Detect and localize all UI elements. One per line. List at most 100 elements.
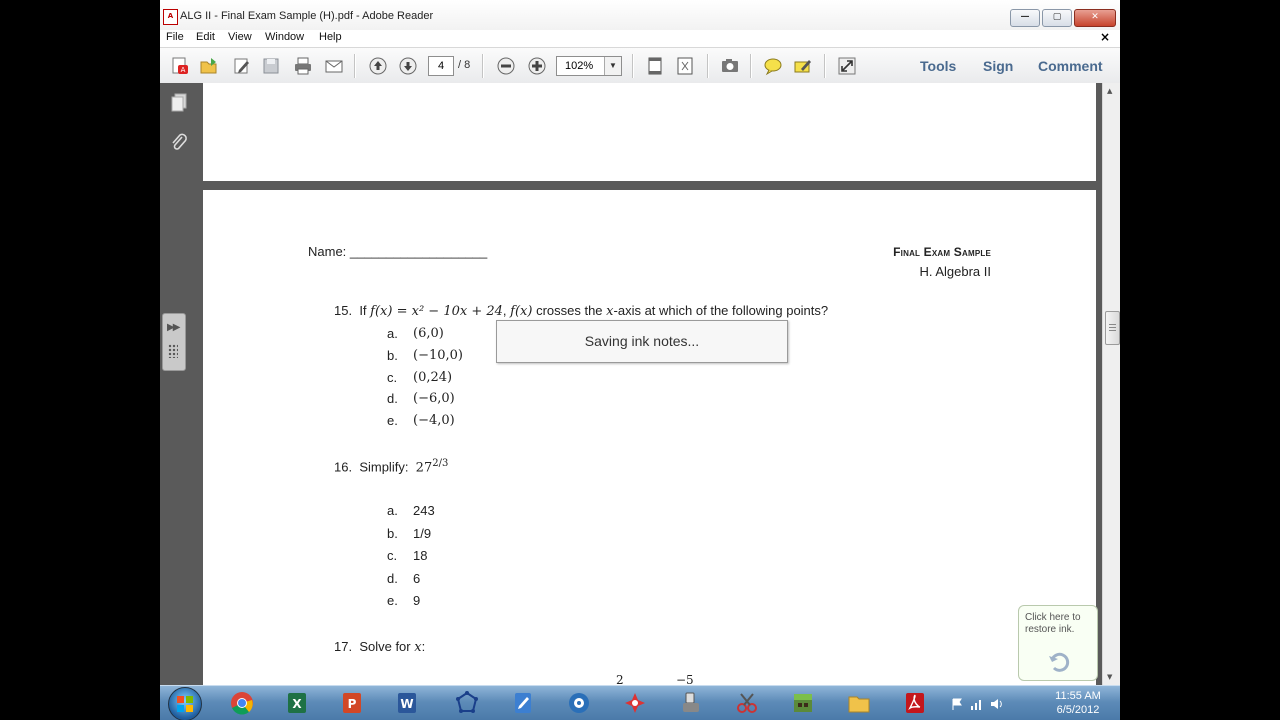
screen: A ALG II - Final Exam Sample (H).pdf - A… xyxy=(160,0,1120,720)
attachments-icon[interactable] xyxy=(168,131,190,153)
vertical-scrollbar[interactable]: ▲ ▼ xyxy=(1102,83,1120,685)
scroll-up-icon[interactable]: ▲ xyxy=(1107,87,1112,95)
chrome-icon[interactable] xyxy=(218,688,266,718)
restore-ink-message: Click here to restore ink. xyxy=(1025,612,1081,635)
zoom-select[interactable]: 102% ▼ xyxy=(556,56,622,76)
exam-title: Final Exam Sample xyxy=(893,245,991,259)
notepad-icon[interactable] xyxy=(499,688,547,718)
pages-icon[interactable] xyxy=(168,91,190,113)
zoom-value: 102% xyxy=(565,60,594,72)
start-button[interactable] xyxy=(168,687,202,720)
answer-value: (−10,0) xyxy=(413,348,463,363)
email-icon[interactable] xyxy=(323,55,345,77)
minecraft-icon[interactable] xyxy=(779,688,827,718)
save-icon[interactable] xyxy=(260,55,282,77)
snip-icon[interactable] xyxy=(611,688,659,718)
answer-value: 9 xyxy=(413,593,421,608)
saving-ink-toast: Saving ink notes... xyxy=(496,320,788,363)
print-icon[interactable] xyxy=(292,55,314,77)
powerpoint-icon[interactable]: P xyxy=(328,688,376,718)
document-viewport[interactable]: Name: ___________________ Final Exam Sam… xyxy=(200,83,1102,685)
comment-link[interactable]: Comment xyxy=(1038,58,1103,74)
question-number: 17. xyxy=(334,639,353,654)
chevron-down-icon[interactable]: ▼ xyxy=(604,57,621,75)
question-text-end: -axis at which of the following points? xyxy=(613,303,829,318)
previous-page-icon[interactable] xyxy=(367,55,389,77)
equation-partial: −5 xyxy=(676,673,694,685)
zoom-out-icon[interactable] xyxy=(495,55,517,77)
option-letter: b. xyxy=(387,526,398,541)
restore-ink-button[interactable]: Click here to restore ink. xyxy=(1018,605,1098,681)
close-document-icon[interactable]: × xyxy=(1100,30,1110,44)
option-letter: c. xyxy=(387,548,398,563)
word-icon[interactable]: W xyxy=(383,688,431,718)
acrobat-icon[interactable] xyxy=(891,688,939,718)
option-letter: e. xyxy=(387,413,398,428)
clock[interactable]: 11:55 AM 6/5/2012 xyxy=(1048,689,1108,717)
menu-file[interactable]: File xyxy=(166,30,184,44)
edit-icon[interactable] xyxy=(231,55,253,77)
system-tray: 11:55 AM 6/5/2012 xyxy=(940,686,1120,720)
menu-edit[interactable]: Edit xyxy=(196,30,215,44)
svg-text:P: P xyxy=(348,697,357,711)
answer-option: b. xyxy=(387,348,398,363)
scroll-down-icon[interactable]: ▼ xyxy=(1107,673,1112,681)
network-status-icon[interactable] xyxy=(970,697,984,711)
answer-option: b. xyxy=(387,526,398,541)
page-number-input[interactable]: 4 xyxy=(428,56,454,76)
name-field-label: Name: ___________________ xyxy=(308,244,488,259)
question-17: 17. Solve for x: xyxy=(334,639,425,655)
fit-page-icon[interactable] xyxy=(644,55,666,77)
question-number: 15. xyxy=(334,303,353,318)
window-controls: — ▢ ✕ xyxy=(1010,9,1116,27)
excel-icon[interactable]: X xyxy=(273,688,321,718)
sign-link[interactable]: Sign xyxy=(983,58,1013,74)
folder-icon[interactable] xyxy=(835,688,883,718)
option-letter: c. xyxy=(387,370,398,385)
sticky-note-icon[interactable] xyxy=(762,55,784,77)
expand-panel-handle[interactable]: ▶▶ xyxy=(162,313,186,371)
menu-view[interactable]: View xyxy=(228,30,252,44)
zoom-in-icon[interactable] xyxy=(526,55,548,77)
close-icon[interactable]: ✕ xyxy=(1074,9,1116,27)
toolbar-separator xyxy=(632,54,634,78)
answer-value: 6 xyxy=(413,571,421,586)
answer-value: (6,0) xyxy=(413,326,444,341)
network-icon[interactable] xyxy=(443,688,491,718)
toolbar-separator xyxy=(824,54,826,78)
open-folder-icon[interactable] xyxy=(198,55,220,77)
snapshot-icon[interactable] xyxy=(719,55,741,77)
tablet-icon[interactable] xyxy=(667,688,715,718)
answer-option: a. xyxy=(387,326,398,341)
svg-text:A: A xyxy=(181,66,186,74)
previous-page xyxy=(203,83,1096,181)
highlight-icon[interactable] xyxy=(792,55,814,77)
answer-value: 243 xyxy=(413,503,435,518)
question-separator: , xyxy=(502,303,507,318)
next-page-icon[interactable] xyxy=(397,55,419,77)
clock-time: 11:55 AM xyxy=(1055,690,1101,702)
expand-icon[interactable] xyxy=(836,55,858,77)
media-icon[interactable] xyxy=(555,688,603,718)
tools-link[interactable]: Tools xyxy=(920,58,956,74)
answer-value: (0,24) xyxy=(413,370,453,385)
question-16: 16. Simplify: 272/3 xyxy=(334,458,448,475)
volume-icon[interactable] xyxy=(990,697,1004,711)
maximize-icon[interactable]: ▢ xyxy=(1042,9,1072,27)
create-pdf-icon[interactable]: A xyxy=(169,55,191,77)
full-screen-icon[interactable] xyxy=(674,55,696,77)
scissors-icon[interactable] xyxy=(723,688,771,718)
minimize-icon[interactable]: — xyxy=(1010,9,1040,27)
grip-icon xyxy=(168,344,178,358)
answer-value: (−6,0) xyxy=(413,391,455,406)
toolbar-separator xyxy=(707,54,709,78)
question-15: 15. If f(x) = x² − 10x + 24, f(x) crosse… xyxy=(334,303,828,319)
toolbar: A 4 / 8 102% ▼ Tools Sign Comment xyxy=(160,47,1120,85)
flag-icon[interactable] xyxy=(950,697,964,711)
current-page: Name: ___________________ Final Exam Sam… xyxy=(203,190,1096,685)
taskbar: X P W 11:55 AM 6/5/2012 xyxy=(160,685,1120,720)
menu-help[interactable]: Help xyxy=(319,30,342,44)
answer-option: d. xyxy=(387,571,398,586)
menu-window[interactable]: Window xyxy=(265,30,304,44)
scroll-thumb[interactable] xyxy=(1105,311,1120,345)
